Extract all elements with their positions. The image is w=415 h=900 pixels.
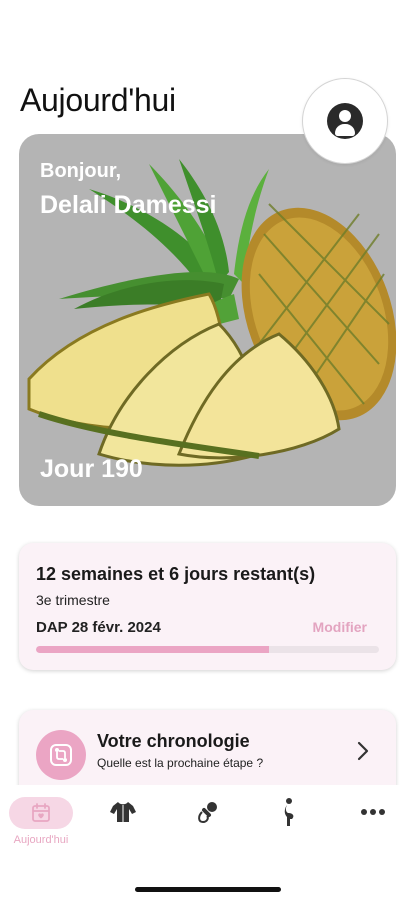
user-name: Delali Damessi: [40, 191, 217, 219]
due-date: DAP 28 févr. 2024: [36, 619, 161, 636]
timeline-title: Votre chronologie: [97, 731, 250, 751]
remaining-time: 12 semaines et 6 jours restant(s): [36, 564, 316, 584]
baby-clothes-icon: [108, 797, 138, 827]
tab-pregnancy[interactable]: [275, 797, 305, 827]
chevron-right-icon: [356, 740, 370, 767]
tab-today-label: Aujourd'hui: [13, 834, 69, 846]
bottom-tab-bar: Aujourd'hui: [0, 785, 415, 900]
trimester-label: 3e trimestre: [36, 592, 110, 608]
tab-baby-clothes[interactable]: [108, 797, 138, 827]
timeline-icon: [36, 730, 86, 780]
modify-button[interactable]: Modifier: [313, 619, 367, 635]
more-icon: [358, 797, 388, 827]
tab-more[interactable]: [358, 797, 388, 827]
hero-card: Bonjour, Delali Damessi Jour 190: [19, 134, 396, 506]
user-circle-icon: [327, 103, 363, 139]
pregnant-icon: [275, 797, 305, 827]
progress-bar-fill: [36, 646, 270, 653]
profile-button[interactable]: [302, 78, 388, 164]
pregnancy-day: Jour 190: [40, 455, 143, 483]
tab-today[interactable]: Aujourd'hui: [8, 797, 74, 846]
tab-pacifier[interactable]: [192, 797, 222, 827]
pacifier-icon: [192, 797, 222, 827]
greeting-text: Bonjour,: [40, 160, 122, 182]
timeline-subtitle: Quelle est la prochaine étape ?: [97, 756, 264, 770]
page-title: Aujourd'hui: [20, 82, 176, 118]
home-indicator[interactable]: [135, 887, 281, 892]
calendar-icon: [32, 803, 50, 822]
progress-bar: [36, 646, 379, 653]
pregnancy-progress-card: 12 semaines et 6 jours restant(s) 3e tri…: [19, 543, 396, 670]
pineapple-image: [27, 159, 396, 467]
